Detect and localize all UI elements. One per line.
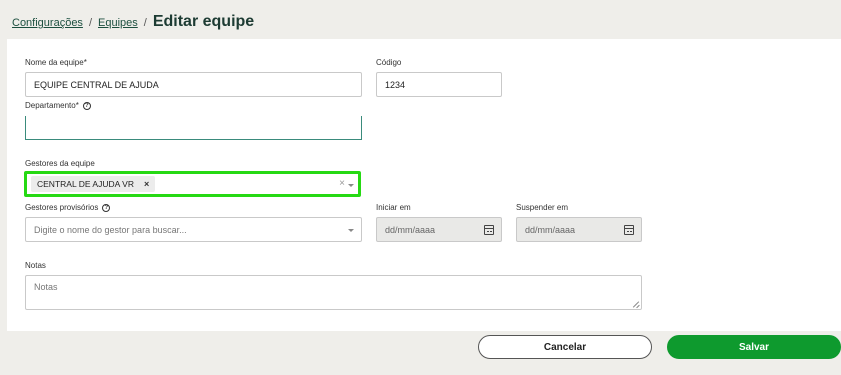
temp-managers-label: Gestores provisórios	[25, 203, 99, 212]
start-date-placeholder: dd/mm/aaaa	[385, 224, 436, 235]
breadcrumb-separator: /	[88, 17, 92, 29]
page-title: Editar equipe	[152, 13, 255, 30]
breadcrumb-separator: /	[143, 17, 147, 29]
help-icon[interactable]: ?	[82, 101, 91, 110]
form-card: Nome da equipe* EQUIPE CENTRAL DE AJUDA …	[7, 39, 841, 331]
help-icon[interactable]: ?	[102, 203, 111, 212]
start-date-label: Iniciar em	[376, 203, 411, 212]
calendar-icon[interactable]	[484, 225, 494, 235]
calendar-icon[interactable]	[624, 225, 634, 235]
suspend-date-label: Suspender em	[516, 203, 569, 212]
notes-label: Notas	[25, 261, 46, 270]
temp-managers-input[interactable]: Digite o nome do gestor para buscar...	[25, 217, 362, 242]
team-name-input[interactable]: EQUIPE CENTRAL DE AJUDA	[25, 72, 362, 97]
temp-managers-label-row: Gestores provisórios ?	[25, 203, 111, 212]
code-label: Código	[376, 58, 402, 67]
suspend-date-input[interactable]: dd/mm/aaaa	[516, 217, 642, 242]
suspend-date-placeholder: dd/mm/aaaa	[525, 224, 576, 235]
breadcrumb-link-equipes[interactable]: Equipes	[98, 17, 138, 29]
chevron-down-icon[interactable]	[348, 229, 354, 232]
breadcrumb: Configurações / Equipes / Editar equipe	[12, 13, 254, 31]
close-icon[interactable]: ×	[144, 179, 149, 189]
chevron-down-icon[interactable]	[348, 184, 354, 187]
team-name-label: Nome da equipe*	[25, 58, 87, 67]
manager-chip: CENTRAL DE AJUDA VR ×	[31, 176, 156, 192]
department-label-row: Departamento* ?	[25, 101, 91, 110]
notes-placeholder: Notas	[34, 282, 58, 292]
save-button[interactable]: Salvar	[667, 335, 841, 359]
resize-handle-icon[interactable]	[633, 301, 639, 307]
breadcrumb-link-configuracoes[interactable]: Configurações	[12, 17, 83, 29]
managers-label: Gestores da equipe	[25, 159, 95, 168]
temp-managers-placeholder: Digite o nome do gestor para buscar...	[34, 224, 187, 235]
department-select[interactable]	[25, 116, 362, 140]
managers-multiselect[interactable]: CENTRAL DE AJUDA VR × ×	[24, 171, 361, 197]
cancel-button[interactable]: Cancelar	[478, 335, 652, 359]
notes-textarea[interactable]: Notas	[25, 275, 642, 310]
start-date-input[interactable]: dd/mm/aaaa	[376, 217, 502, 242]
manager-chip-label: CENTRAL DE AJUDA VR	[37, 179, 134, 189]
code-input[interactable]: 1234	[376, 72, 502, 97]
department-label: Departamento*	[25, 101, 79, 110]
clear-icon[interactable]: ×	[339, 178, 345, 189]
